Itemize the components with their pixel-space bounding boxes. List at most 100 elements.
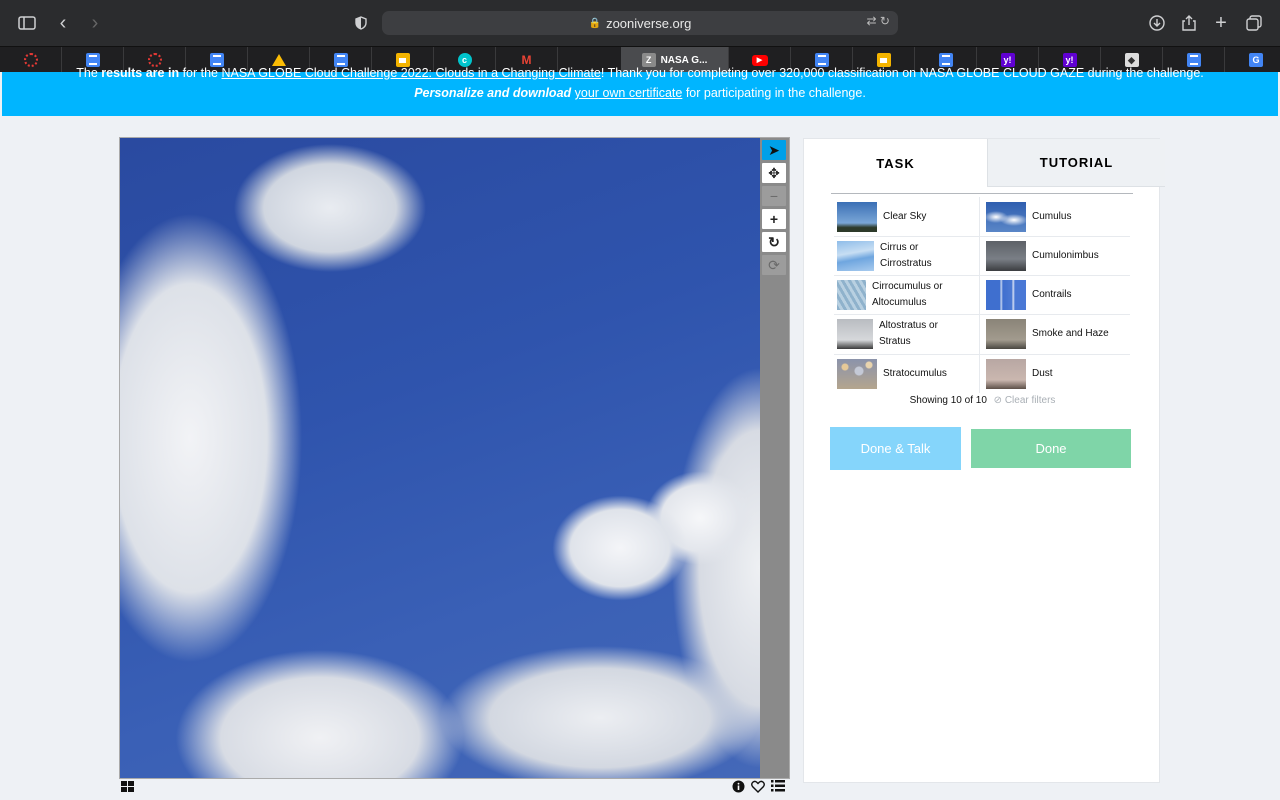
info-icon[interactable] — [732, 780, 745, 796]
banner-text: for the — [179, 66, 222, 80]
select-pointer-icon[interactable]: ➤ — [762, 140, 786, 160]
active-tab-title: NASA G... — [660, 54, 708, 66]
choice-label: Clear Sky — [883, 211, 927, 222]
slides-favicon-icon — [876, 53, 891, 67]
choice-label: Cumulonimbus — [1032, 250, 1099, 261]
banner-line-1: The results are in for the NASA GLOBE Cl… — [2, 66, 1278, 80]
banner-text: The — [76, 66, 102, 80]
zooniverse-favicon-icon: Z — [641, 53, 656, 67]
showing-count: Showing 10 of 10 ⊘ Clear filters — [804, 395, 1161, 406]
banner-text: ! Thank you for completing over 320,000 … — [600, 66, 1204, 80]
choice-thumbnail — [837, 359, 877, 389]
tab-task[interactable]: TASK — [804, 139, 987, 187]
zoom-in-icon[interactable]: + — [762, 209, 786, 229]
challenge-link[interactable]: NASA GLOBE Cloud Challenge 2022: Clouds … — [221, 66, 600, 80]
rotate-icon[interactable]: ↻ — [762, 232, 786, 252]
docs-favicon-icon — [85, 53, 100, 67]
choice-cumulus[interactable]: Cumulus — [986, 198, 1130, 236]
panel-tabs: TASK TUTORIAL — [804, 139, 1165, 187]
showing-text: Showing 10 of 10 — [909, 395, 987, 406]
drive-favicon-icon — [271, 54, 286, 66]
clear-filters-button[interactable]: ⊘ Clear filters — [994, 395, 1056, 406]
youtube-favicon-icon: ▶ — [751, 54, 768, 66]
back-icon[interactable]: ‹ — [52, 12, 74, 34]
choice-thumbnail — [986, 241, 1026, 271]
certificate-link[interactable]: your own certificate — [575, 86, 683, 100]
zoom-out-icon[interactable]: − — [762, 186, 786, 206]
clear-filters-label: Clear filters — [1004, 395, 1056, 406]
tab-overview-icon[interactable] — [1243, 12, 1265, 34]
address-bar[interactable]: 🔒 zooniverse.org ⇄ ↻ — [382, 11, 898, 35]
url-text: zooniverse.org — [606, 15, 692, 31]
panel-divider — [831, 193, 1133, 194]
banner-line-2: Personalize and download your own certif… — [2, 86, 1278, 100]
choice-altostratus[interactable]: Altostratus or Stratus — [837, 315, 977, 353]
choice-cirrocumulus[interactable]: Cirrocumulus or Altocumulus — [837, 276, 977, 314]
grid-divider — [979, 197, 980, 393]
task-panel: TASK TUTORIAL Clear Sky Cumulus Cirrus o… — [803, 138, 1165, 783]
choice-label: Dust — [1032, 368, 1053, 379]
choice-label: Stratocumulus — [883, 368, 947, 379]
download-icon[interactable] — [1146, 12, 1168, 34]
done-button[interactable]: Done — [971, 429, 1131, 468]
choice-thumbnail — [986, 319, 1026, 349]
choice-thumbnail — [986, 359, 1026, 389]
choice-thumbnail — [986, 202, 1026, 232]
choice-contrails[interactable]: Contrails — [986, 276, 1130, 314]
choice-thumbnail — [837, 241, 874, 271]
banner-text: for participating in the challenge. — [682, 86, 866, 100]
choice-thumbnail — [837, 280, 866, 310]
choice-label: Cirrocumulus or Altocumulus — [872, 281, 943, 308]
clear-filters-icon: ⊘ — [993, 395, 1003, 406]
browser-toolbar: ‹ › 🔒 zooniverse.org ⇄ ↻ + — [0, 0, 1280, 46]
docs-favicon-icon — [938, 53, 953, 67]
docs-favicon-icon — [333, 53, 348, 67]
new-tab-icon[interactable]: + — [1210, 12, 1232, 34]
choice-label: Contrails — [1032, 289, 1072, 300]
choice-dust[interactable]: Dust — [986, 355, 1130, 393]
canva-favicon-icon: c — [457, 53, 472, 67]
choice-thumbnail — [837, 202, 877, 232]
subject-image[interactable] — [120, 138, 760, 778]
yahoo-favicon-icon: y! — [1000, 53, 1015, 67]
yahoo-favicon-icon: y! — [1062, 53, 1077, 67]
move-icon[interactable]: ✥ — [762, 163, 786, 183]
docs-favicon-icon — [1186, 53, 1201, 67]
announcement-banner: The results are in for the NASA GLOBE Cl… — [2, 66, 1278, 116]
choice-label: Altostratus or Stratus — [879, 320, 938, 347]
translate-favicon-icon: G — [1249, 53, 1263, 67]
choice-cirrus[interactable]: Cirrus or Cirrostratus — [837, 237, 977, 275]
grid-view-icon[interactable] — [121, 780, 134, 795]
subject-actions — [732, 780, 785, 796]
choice-label: Smoke and Haze — [1032, 328, 1109, 339]
favorite-heart-icon[interactable] — [751, 780, 765, 796]
subject-viewer: ➤ ✥ − + ↻ ⟳ — [119, 137, 790, 779]
banner-bold-text: results are in — [101, 66, 180, 80]
slides-favicon-icon — [395, 53, 410, 67]
banner-bold-text: Personalize and download — [414, 86, 572, 100]
sidebar-toggle-icon[interactable] — [16, 12, 38, 34]
lock-icon: 🔒 — [588, 17, 602, 29]
docs-favicon-icon — [814, 53, 829, 67]
ring-favicon-icon — [147, 53, 162, 67]
choice-smoke-haze[interactable]: Smoke and Haze — [986, 315, 1130, 353]
choice-thumbnail — [986, 280, 1026, 310]
ring-favicon-icon — [23, 53, 38, 67]
share-icon[interactable] — [1178, 12, 1200, 34]
forward-icon[interactable]: › — [84, 12, 106, 34]
privacy-shield-icon[interactable] — [350, 12, 372, 34]
choice-cumulonimbus[interactable]: Cumulonimbus — [986, 237, 1130, 275]
reset-icon[interactable]: ⟳ — [762, 255, 786, 275]
collections-list-icon[interactable] — [771, 780, 785, 796]
choice-thumbnail — [837, 319, 873, 349]
docs-favicon-icon — [209, 53, 224, 67]
choice-label: Cirrus or Cirrostratus — [880, 242, 932, 269]
translate-reload-icons[interactable]: ⇄ ↻ — [867, 14, 890, 28]
image-toolbar: ➤ ✥ − + ↻ ⟳ — [760, 138, 789, 778]
tab-tutorial[interactable]: TUTORIAL — [987, 139, 1165, 187]
choice-clear-sky[interactable]: Clear Sky — [837, 198, 977, 236]
choice-stratocumulus[interactable]: Stratocumulus — [837, 355, 977, 393]
gmail-favicon-icon: M — [521, 53, 532, 67]
choice-label: Cumulus — [1032, 211, 1072, 222]
done-and-talk-button[interactable]: Done & Talk — [830, 427, 961, 470]
